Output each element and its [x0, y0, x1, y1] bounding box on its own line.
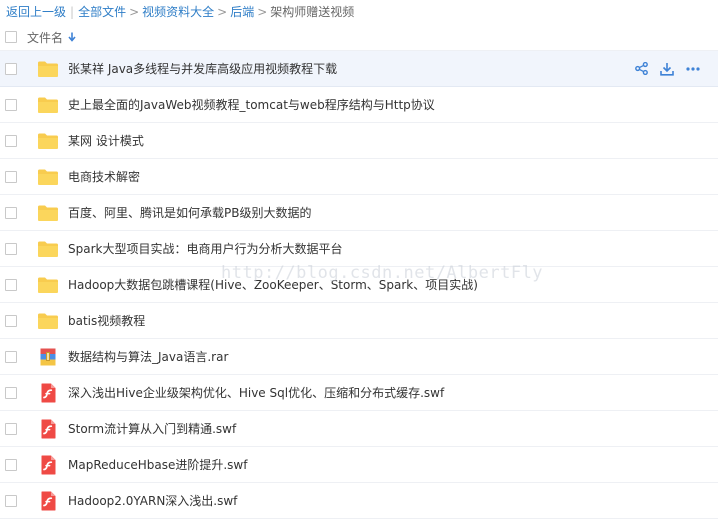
folder-icon [37, 166, 59, 188]
back-link[interactable]: 返回上一级 [6, 5, 66, 19]
file-name[interactable]: 史上最全面的JavaWeb视频教程_tomcat与web程序结构与Http协议 [68, 96, 435, 113]
row-checkbox[interactable] [5, 314, 17, 327]
row-checkbox[interactable] [5, 170, 17, 183]
breadcrumb-separator: > [129, 5, 140, 19]
breadcrumb-level2[interactable]: 后端 [230, 5, 254, 19]
row-checkbox[interactable] [5, 62, 17, 75]
select-all-checkbox[interactable] [5, 31, 17, 43]
file-name[interactable]: Spark大型项目实战：电商用户行为分析大数据平台 [68, 240, 342, 257]
file-name[interactable]: 某网 设计模式 [68, 132, 144, 149]
folder-icon [37, 202, 59, 224]
share-icon[interactable] [635, 62, 648, 75]
breadcrumb-current: 架构师赠送视频 [270, 5, 355, 19]
breadcrumb-level1[interactable]: 视频资料大全 [142, 5, 214, 19]
file-row[interactable]: 数据结构与算法_Java语言.rar [0, 339, 718, 375]
file-name[interactable]: 深入浅出Hive企业级架构优化、Hive Sql优化、压缩和分布式缓存.swf [68, 384, 444, 401]
flash-icon [37, 454, 59, 476]
row-checkbox[interactable] [5, 242, 17, 255]
sort-down-arrow-icon[interactable] [68, 32, 76, 42]
row-checkbox[interactable] [5, 422, 17, 435]
file-name[interactable]: 百度、阿里、腾讯是如何承载PB级别大数据的 [68, 204, 311, 221]
file-row[interactable]: MapReduceHbase进阶提升.swf [0, 447, 718, 483]
file-row[interactable]: Hadoop2.0YARN深入浅出.swf [0, 483, 718, 519]
breadcrumb-separator: > [257, 5, 268, 19]
column-name-header[interactable]: 文件名 [27, 29, 63, 46]
file-row[interactable]: batis视频教程 [0, 303, 718, 339]
row-checkbox[interactable] [5, 278, 17, 291]
file-list: 张某祥 Java多线程与并发库高级应用视频教程下载史上最全面的JavaWeb视频… [0, 51, 718, 519]
download-icon[interactable] [660, 62, 674, 76]
folder-icon [37, 94, 59, 116]
row-checkbox[interactable] [5, 206, 17, 219]
file-name[interactable]: 张某祥 Java多线程与并发库高级应用视频教程下载 [68, 60, 337, 77]
folder-icon [37, 310, 59, 332]
breadcrumb-all-files[interactable]: 全部文件 [78, 5, 126, 19]
folder-icon [37, 274, 59, 296]
file-browser: 返回上一级 | 全部文件 > 视频资料大全 > 后端 > 架构师赠送视频 文件名 张某祥 Jav… [0, 0, 718, 529]
file-row[interactable]: 深入浅出Hive企业级架构优化、Hive Sql优化、压缩和分布式缓存.swf [0, 375, 718, 411]
file-name[interactable]: batis视频教程 [68, 312, 145, 329]
archive-icon [37, 346, 59, 368]
file-row[interactable]: 张某祥 Java多线程与并发库高级应用视频教程下载 [0, 51, 718, 87]
row-checkbox[interactable] [5, 386, 17, 399]
file-row[interactable]: Storm流计算从入门到精通.swf [0, 411, 718, 447]
row-actions [635, 51, 700, 86]
breadcrumb-divider: | [70, 5, 75, 19]
file-name[interactable]: Hadoop2.0YARN深入浅出.swf [68, 492, 237, 509]
file-name[interactable]: Hadoop大数据包跳槽课程(Hive、ZooKeeper、Storm、Spar… [68, 276, 478, 293]
file-row[interactable]: 百度、阿里、腾讯是如何承载PB级别大数据的 [0, 195, 718, 231]
file-row[interactable]: 电商技术解密 [0, 159, 718, 195]
file-name[interactable]: Storm流计算从入门到精通.swf [68, 420, 236, 437]
folder-icon [37, 58, 59, 80]
file-row[interactable]: Hadoop大数据包跳槽课程(Hive、ZooKeeper、Storm、Spar… [0, 267, 718, 303]
flash-icon [37, 382, 59, 404]
row-checkbox[interactable] [5, 134, 17, 147]
row-checkbox[interactable] [5, 458, 17, 471]
row-checkbox[interactable] [5, 350, 17, 363]
flash-icon [37, 490, 59, 512]
file-name[interactable]: 电商技术解密 [68, 168, 140, 185]
folder-icon [37, 238, 59, 260]
file-row[interactable]: 史上最全面的JavaWeb视频教程_tomcat与web程序结构与Http协议 [0, 87, 718, 123]
file-name[interactable]: 数据结构与算法_Java语言.rar [68, 348, 228, 365]
more-icon[interactable] [686, 66, 700, 71]
file-row[interactable]: Spark大型项目实战：电商用户行为分析大数据平台 [0, 231, 718, 267]
breadcrumb-separator: > [217, 5, 228, 19]
folder-icon [37, 130, 59, 152]
flash-icon [37, 418, 59, 440]
breadcrumb: 返回上一级 | 全部文件 > 视频资料大全 > 后端 > 架构师赠送视频 [0, 0, 718, 24]
row-checkbox[interactable] [5, 494, 17, 507]
file-row[interactable]: 某网 设计模式 [0, 123, 718, 159]
list-header: 文件名 [0, 24, 718, 51]
file-name[interactable]: MapReduceHbase进阶提升.swf [68, 456, 247, 473]
row-checkbox[interactable] [5, 98, 17, 111]
